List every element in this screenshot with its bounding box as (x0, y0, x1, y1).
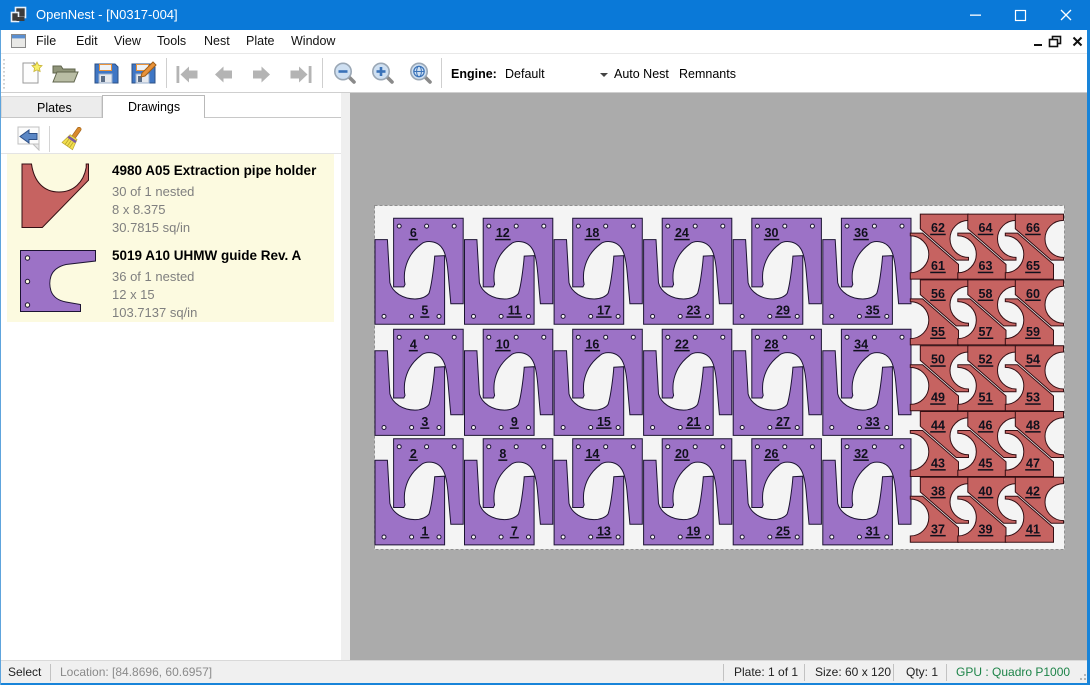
svg-text:11: 11 (508, 304, 521, 318)
svg-text:27: 27 (776, 415, 790, 429)
svg-text:21: 21 (686, 415, 700, 429)
svg-text:22: 22 (675, 337, 689, 351)
svg-text:33: 33 (866, 415, 880, 429)
svg-text:38: 38 (931, 484, 945, 498)
svg-text:65: 65 (1026, 259, 1040, 273)
svg-text:48: 48 (1026, 419, 1040, 433)
svg-text:10: 10 (496, 337, 510, 351)
svg-text:56: 56 (931, 287, 945, 301)
svg-text:47: 47 (1026, 457, 1040, 471)
svg-text:31: 31 (866, 524, 880, 538)
svg-text:57: 57 (979, 325, 993, 339)
svg-text:52: 52 (979, 353, 993, 367)
svg-text:64: 64 (979, 221, 993, 235)
svg-text:23: 23 (686, 304, 700, 318)
svg-text:61: 61 (931, 259, 945, 273)
svg-text:35: 35 (866, 304, 880, 318)
svg-text:50: 50 (931, 353, 945, 367)
svg-text:60: 60 (1026, 287, 1040, 301)
svg-text:9: 9 (511, 415, 518, 429)
svg-text:55: 55 (931, 325, 945, 339)
svg-text:36: 36 (854, 226, 868, 240)
svg-text:6: 6 (410, 226, 417, 240)
svg-text:5: 5 (421, 304, 428, 318)
svg-text:8: 8 (499, 447, 506, 461)
svg-text:18: 18 (585, 226, 599, 240)
svg-text:1: 1 (421, 524, 428, 538)
svg-text:51: 51 (979, 391, 993, 405)
svg-text:2: 2 (410, 447, 417, 461)
svg-text:39: 39 (979, 522, 993, 536)
svg-text:24: 24 (675, 226, 689, 240)
svg-text:17: 17 (597, 304, 611, 318)
svg-text:19: 19 (686, 524, 700, 538)
svg-text:28: 28 (765, 337, 779, 351)
svg-text:62: 62 (931, 221, 945, 235)
svg-text:12: 12 (496, 226, 510, 240)
svg-text:30: 30 (765, 226, 779, 240)
svg-text:16: 16 (585, 337, 599, 351)
svg-text:66: 66 (1026, 221, 1040, 235)
svg-text:46: 46 (979, 419, 993, 433)
svg-text:25: 25 (776, 524, 790, 538)
svg-text:58: 58 (979, 287, 993, 301)
svg-text:32: 32 (854, 447, 868, 461)
svg-text:20: 20 (675, 447, 689, 461)
svg-text:41: 41 (1026, 522, 1040, 536)
svg-text:7: 7 (511, 524, 518, 538)
svg-text:3: 3 (421, 415, 428, 429)
svg-text:59: 59 (1026, 325, 1040, 339)
svg-text:43: 43 (931, 457, 945, 471)
svg-text:26: 26 (765, 447, 779, 461)
svg-text:63: 63 (979, 259, 993, 273)
svg-text:44: 44 (931, 419, 945, 433)
svg-text:15: 15 (597, 415, 611, 429)
svg-text:34: 34 (854, 337, 868, 351)
svg-text:40: 40 (979, 484, 993, 498)
svg-text:49: 49 (931, 391, 945, 405)
svg-text:13: 13 (597, 524, 611, 538)
svg-text:29: 29 (776, 304, 790, 318)
svg-text:54: 54 (1026, 353, 1040, 367)
svg-text:53: 53 (1026, 391, 1040, 405)
svg-text:14: 14 (585, 447, 599, 461)
svg-text:45: 45 (979, 457, 993, 471)
svg-text:37: 37 (931, 522, 945, 536)
svg-text:42: 42 (1026, 484, 1040, 498)
svg-text:4: 4 (410, 337, 417, 351)
